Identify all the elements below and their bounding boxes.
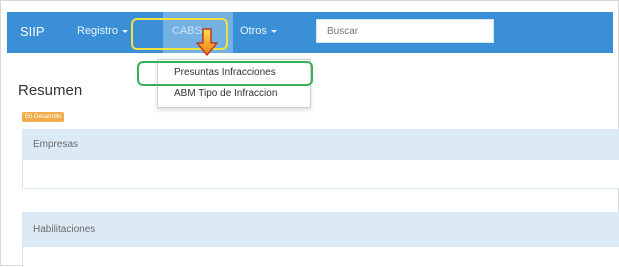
nav-registro-label: Registro: [77, 25, 118, 37]
brand-link[interactable]: SIIP: [20, 24, 45, 39]
menu-item-abm-tipo-infraccion[interactable]: ABM Tipo de Infraccion: [174, 88, 277, 99]
panel-body-empresas: [23, 160, 619, 188]
highlight-box-presuntas: [137, 61, 313, 86]
caret-down-icon: [270, 29, 277, 33]
nav-otros-label: Otros: [240, 25, 267, 37]
panel-body-habilitaciones: [23, 247, 619, 267]
nav-registro-menu[interactable]: Registro: [77, 25, 128, 37]
search-input[interactable]: [316, 19, 494, 43]
panel-habilitaciones: Habilitaciones: [22, 212, 619, 267]
status-badge: En Desarrollo: [22, 112, 65, 122]
panel-heading-habilitaciones: Habilitaciones: [23, 213, 619, 247]
nav-otros-menu[interactable]: Otros: [240, 25, 277, 37]
page-title: Resumen: [18, 82, 83, 99]
arrow-down-icon: [196, 28, 218, 56]
navbar: SIIP Registro CABS Otros: [7, 12, 613, 53]
panel-empresas: Empresas: [22, 129, 619, 189]
caret-down-icon: [121, 29, 128, 33]
panel-heading-empresas: Empresas: [23, 130, 619, 160]
